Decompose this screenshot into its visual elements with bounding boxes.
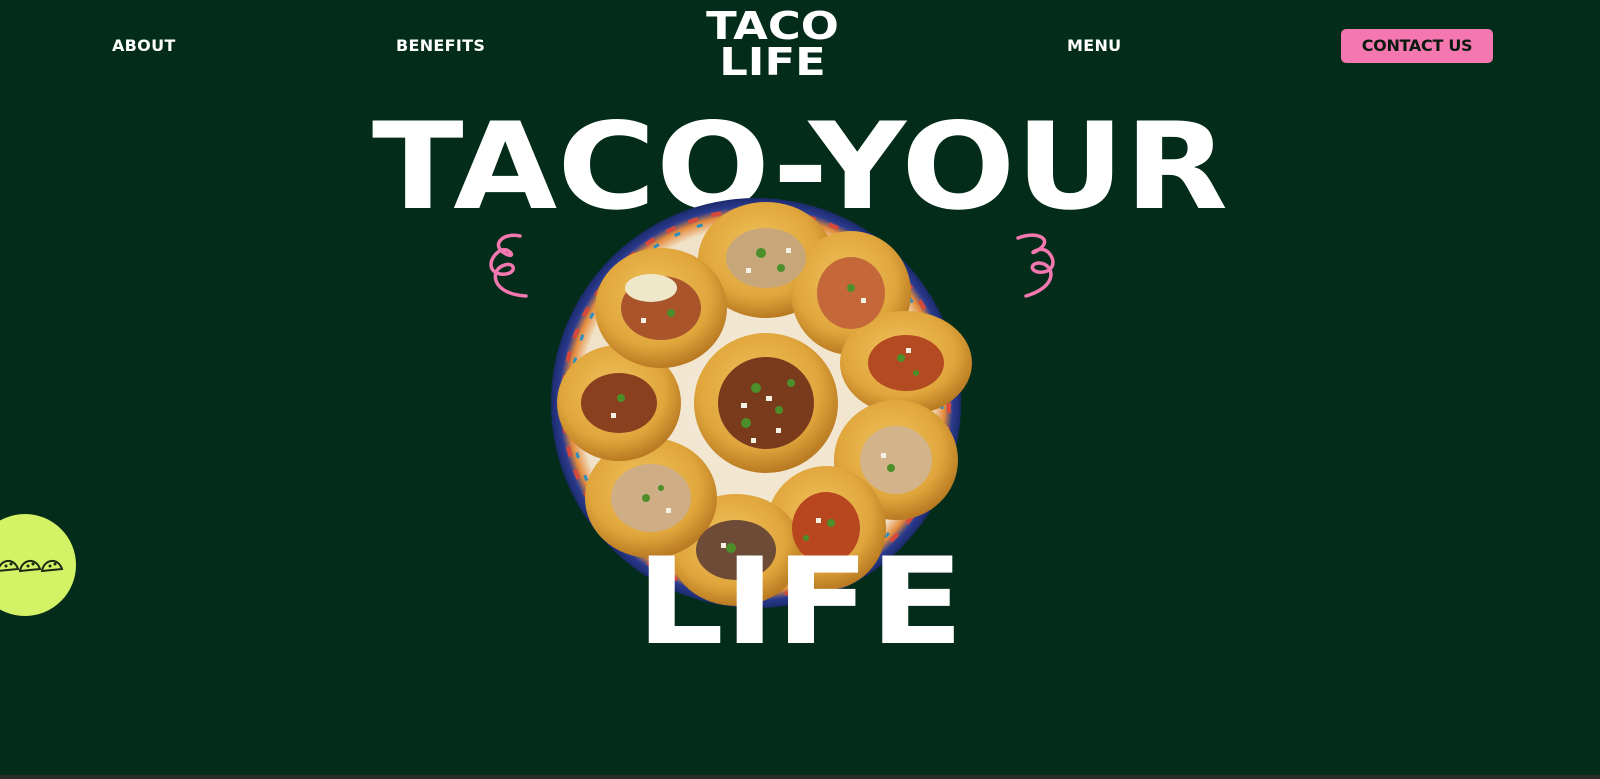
- pink-squiggle-icon: [489, 233, 528, 298]
- hero-headline-bottom: LIFE: [636, 533, 964, 672]
- site-logo[interactable]: TACO LIFE: [687, 4, 858, 84]
- nav-menu-link[interactable]: MENU: [1067, 36, 1121, 55]
- logo-line-taco: TACO: [706, 4, 839, 48]
- nav-benefits-link[interactable]: BENEFITS: [396, 36, 485, 55]
- hero-section: ABOUT BENEFITS TACO LIFE MENU CONTACT US…: [0, 0, 1600, 775]
- page-bottom-border: [0, 775, 1600, 779]
- tacos-icon: [0, 560, 64, 573]
- pink-squiggle-icon: [1016, 233, 1055, 298]
- logo-line-life: LIFE: [719, 40, 826, 84]
- contact-us-button[interactable]: CONTACT US: [1341, 29, 1493, 63]
- nav-about-link[interactable]: ABOUT: [112, 36, 176, 55]
